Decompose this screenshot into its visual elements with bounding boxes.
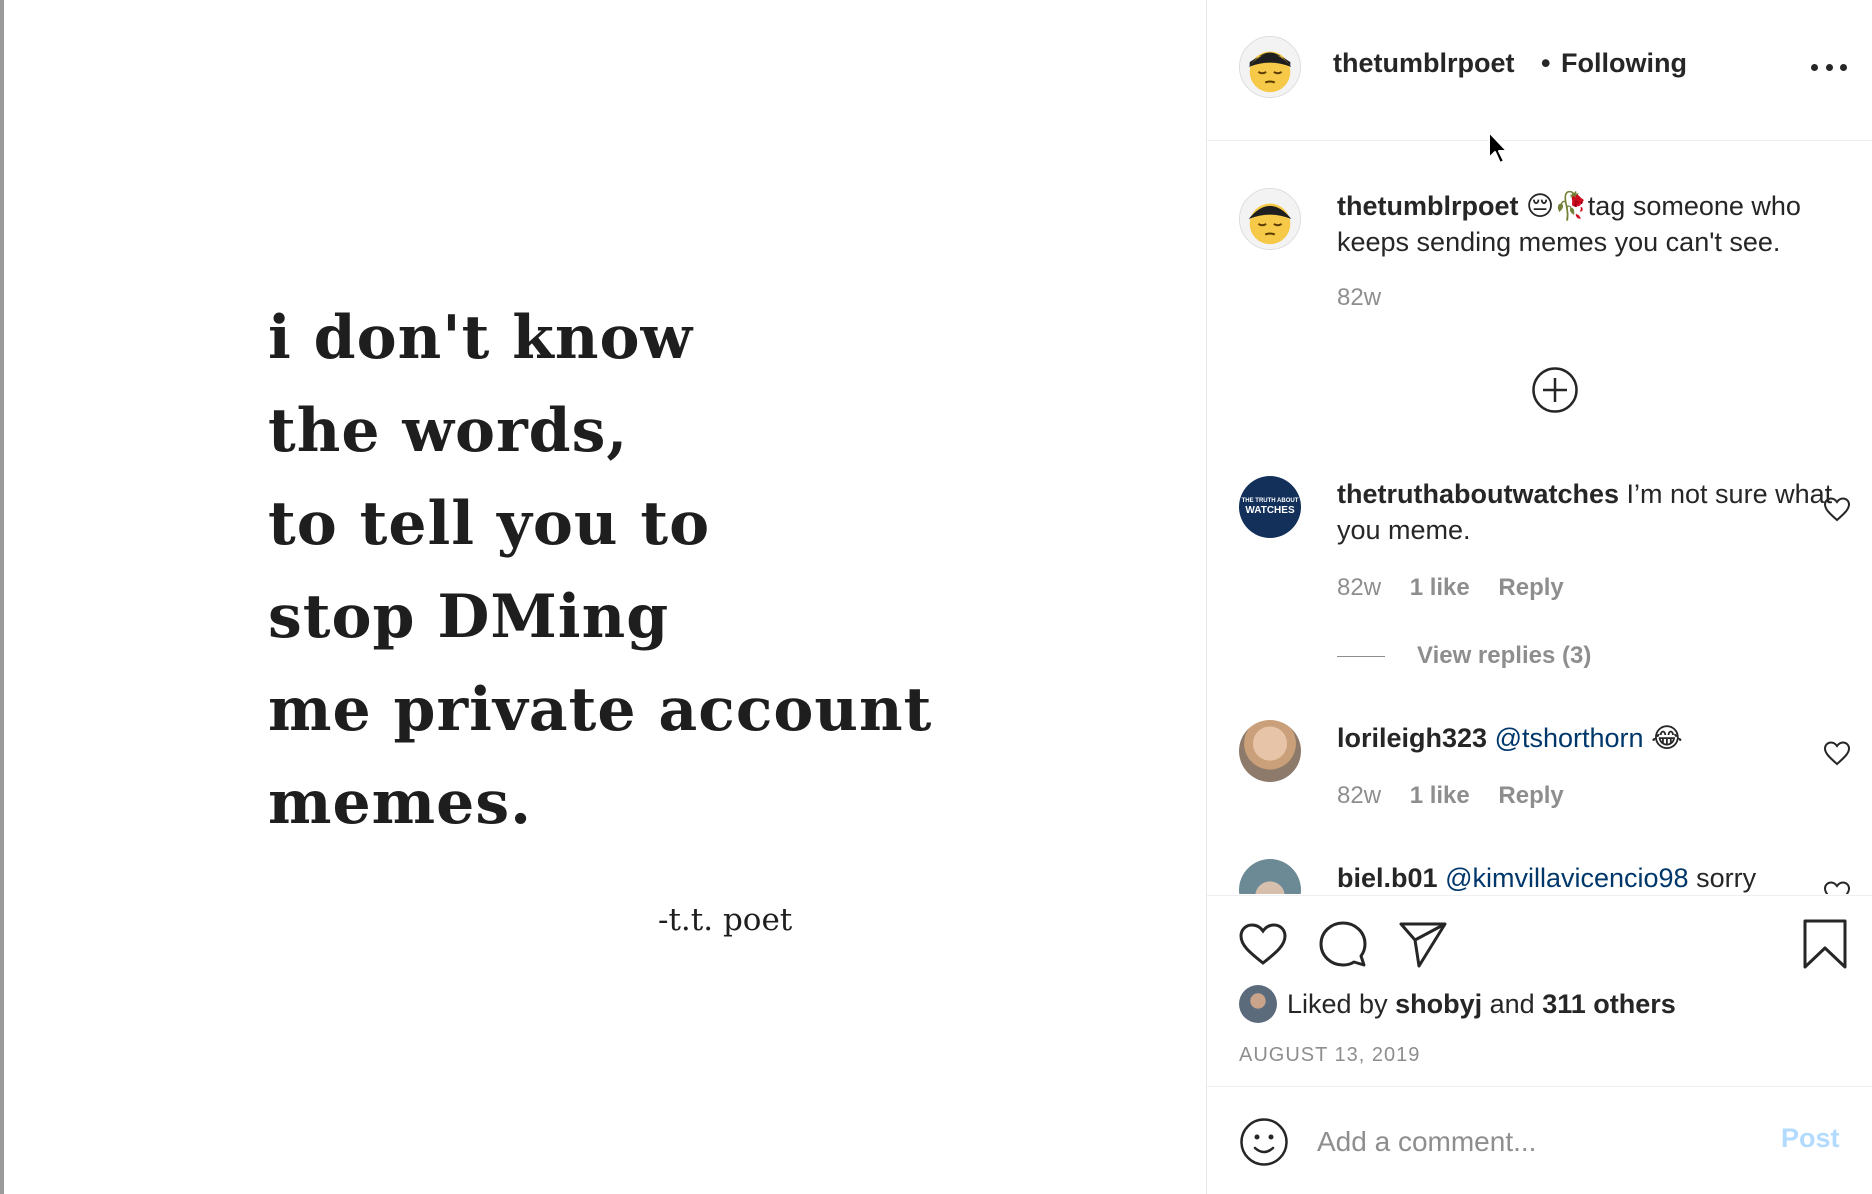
comment-mention[interactable]: @tshorthorn: [1495, 723, 1644, 753]
caption-meta: 82w: [1337, 284, 1403, 312]
poem-line: me private account: [268, 675, 933, 745]
replies-divider: [1337, 656, 1385, 658]
view-replies-button[interactable]: View replies (3): [1337, 642, 1591, 670]
comment-mention[interactable]: @kimvillavicencio98: [1445, 863, 1689, 893]
load-more-comments-icon[interactable]: [1531, 366, 1579, 414]
caption-time: 82w: [1337, 284, 1382, 311]
post-header: thetumblrpoet • Following: [1207, 0, 1872, 141]
caption-avatar[interactable]: [1239, 188, 1301, 250]
share-paper-plane-icon[interactable]: [1397, 918, 1449, 970]
liker-avatar[interactable]: [1239, 985, 1277, 1023]
more-options-icon[interactable]: [1811, 60, 1847, 74]
comment-text: biel.b01 @kimvillavicencio98 sorry: [1337, 860, 1837, 894]
comment-username[interactable]: biel.b01: [1337, 863, 1438, 893]
view-replies-label: View replies (3): [1417, 642, 1592, 669]
like-comment-heart-icon[interactable]: [1823, 740, 1851, 766]
following-button[interactable]: Following: [1561, 48, 1687, 79]
comment-emoji: 😂: [1651, 723, 1683, 753]
reply-button[interactable]: Reply: [1498, 782, 1563, 809]
like-comment-heart-icon[interactable]: [1823, 496, 1851, 522]
post-actions: Liked by shobyj and 311 others AUGUST 13…: [1207, 895, 1872, 1085]
comment-body: sorry: [1696, 863, 1757, 893]
like-comment-heart-icon[interactable]: [1823, 880, 1851, 894]
caption-emojis: 😔🥀: [1526, 191, 1588, 221]
commenter-avatar[interactable]: THE TRUTH ABOUT WATCHES: [1239, 476, 1301, 538]
comment-text: thetruthaboutwatches I’m not sure what y…: [1337, 476, 1837, 548]
liked-others[interactable]: 311 others: [1542, 989, 1676, 1020]
liked-by: Liked by shobyj and 311 others: [1239, 984, 1676, 1024]
poem-signature: -t.t. poet: [658, 902, 793, 938]
save-bookmark-icon[interactable]: [1799, 918, 1851, 970]
comment-likes[interactable]: 1 like: [1410, 574, 1470, 601]
poem-line: stop DMing: [268, 582, 670, 652]
commenter-avatar[interactable]: [1239, 859, 1301, 894]
header-separator: •: [1541, 48, 1551, 78]
comments-list[interactable]: thetumblrpoet 😔🥀tag someone who keeps se…: [1207, 142, 1872, 894]
post-image[interactable]: i don't know the words, to tell you to s…: [4, 0, 1206, 1194]
reply-button[interactable]: Reply: [1498, 574, 1563, 601]
liked-user[interactable]: shobyj: [1395, 989, 1482, 1020]
comment-input[interactable]: [1317, 1117, 1747, 1167]
comment-username[interactable]: lorileigh323: [1337, 723, 1487, 753]
emoji-picker-icon[interactable]: [1239, 1117, 1289, 1167]
caption-text: thetumblrpoet 😔🥀tag someone who keeps se…: [1337, 188, 1837, 260]
poem-line: i don't know: [268, 303, 694, 373]
avatar-brand-text: WATCHES: [1245, 505, 1295, 516]
comment-form: Post: [1207, 1086, 1872, 1194]
post-sidebar: thetumblrpoet • Following thetumblrpoet …: [1206, 0, 1872, 1194]
poem-line: the words,: [268, 396, 629, 466]
header-username[interactable]: thetumblrpoet: [1333, 48, 1515, 79]
like-heart-icon[interactable]: [1237, 918, 1289, 970]
comment-time: 82w: [1337, 782, 1382, 809]
comment-meta: 82w 1 like Reply: [1337, 782, 1586, 810]
comment-text: lorileigh323 @tshorthorn 😂: [1337, 720, 1837, 756]
comment-likes[interactable]: 1 like: [1410, 782, 1470, 809]
comment-bubble-icon[interactable]: [1317, 918, 1369, 970]
poem-line: to tell you to: [268, 489, 711, 559]
liked-prefix: Liked by: [1287, 988, 1388, 1019]
comment-time: 82w: [1337, 574, 1382, 601]
caption-username[interactable]: thetumblrpoet: [1337, 191, 1519, 221]
post-date[interactable]: AUGUST 13, 2019: [1239, 1044, 1420, 1067]
poem-text: i don't know the words, to tell you to s…: [268, 292, 932, 850]
comment-username[interactable]: thetruthaboutwatches: [1337, 479, 1619, 509]
comment-meta: 82w 1 like Reply: [1337, 574, 1586, 602]
mouse-cursor-icon: [1488, 131, 1508, 164]
sleepy-face-avatar[interactable]: [1239, 36, 1301, 98]
poem-line: memes.: [268, 768, 532, 838]
avatar-brand-text: THE TRUTH ABOUT: [1241, 498, 1299, 504]
post-comment-button[interactable]: Post: [1781, 1123, 1840, 1154]
commenter-avatar[interactable]: [1239, 720, 1301, 782]
liked-and: and: [1489, 988, 1535, 1019]
